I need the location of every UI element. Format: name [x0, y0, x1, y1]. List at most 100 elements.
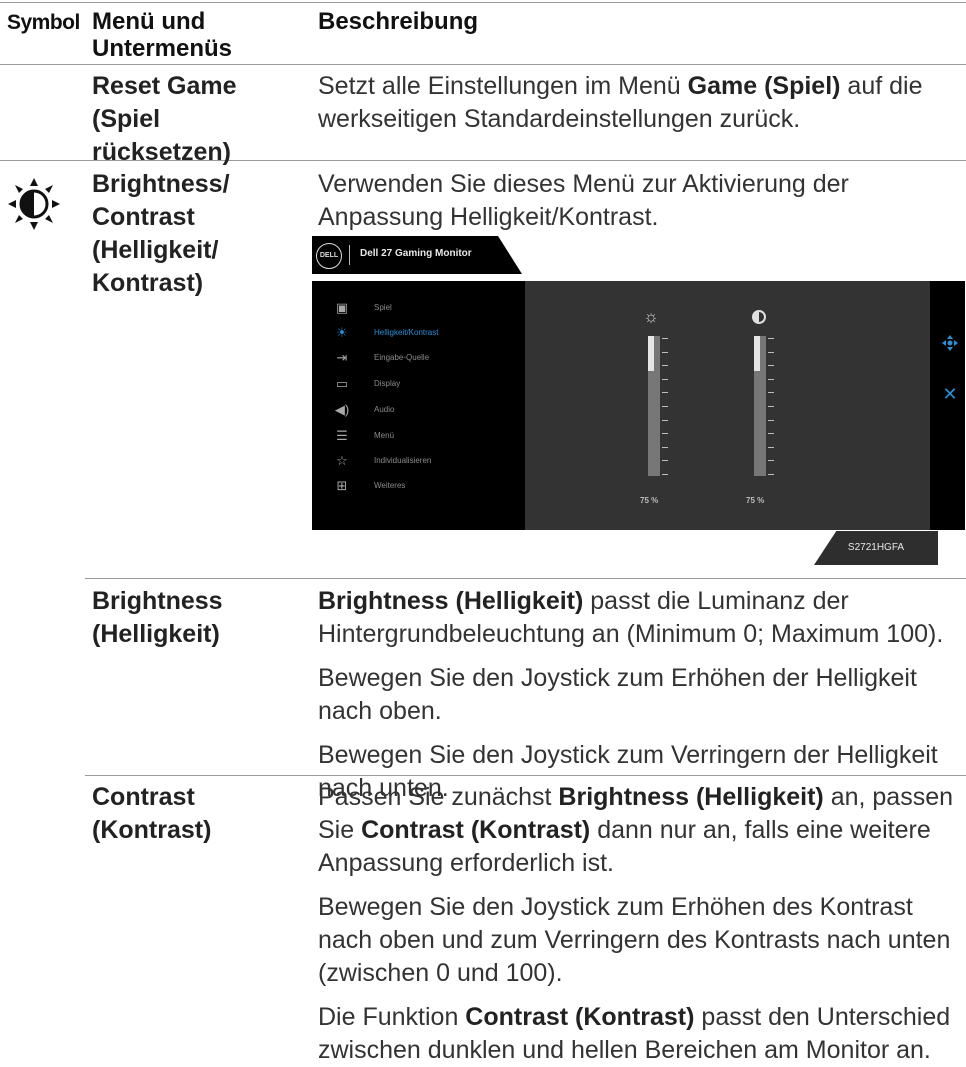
reset-game-name: Reset Game (Spiel rücksetzen) [92, 70, 307, 169]
brightness-name-line: (Helligkeit) [92, 620, 220, 648]
text-run-bold: Brightness (Helligkeit) [318, 587, 584, 615]
table-top-border [0, 2, 966, 3]
osd-menu-item-weiteres[interactable]: ⊞ Weiteres [334, 478, 514, 498]
brightness-slider-fill [648, 336, 654, 371]
input-source-icon: ⇥ [336, 350, 348, 365]
text-run-bold: Game (Spiel) [687, 72, 841, 100]
osd-menu-item-menu[interactable]: ☰ Menü [334, 428, 514, 448]
brightness-slider-tick [662, 392, 668, 394]
brightness-slider-tick [662, 419, 668, 421]
brightness-contrast-description: Verwenden Sie dieses Menü zur Aktivierun… [318, 168, 958, 234]
bc-name-line: Kontrast) [92, 269, 204, 297]
osd-menu-item-eingabe-quelle[interactable]: ⇥ Eingabe-Quelle [334, 350, 514, 370]
text-run: an, passen [823, 783, 954, 811]
contrast-slider-tick [768, 419, 774, 421]
osd-menu-label: Helligkeit/Kontrast [374, 328, 439, 337]
contrast-slider-tick [768, 378, 774, 380]
brightness-contrast-icon [6, 176, 62, 232]
others-icon: ⊞ [336, 478, 348, 493]
display-icon: ▭ [335, 376, 349, 391]
close-icon[interactable]: ✕ [941, 385, 959, 403]
brightness-slider-tick [662, 460, 668, 462]
text-run: Die Funktion [318, 1003, 466, 1031]
brightness-slider-tick [662, 406, 668, 407]
osd-nav-panel [930, 281, 965, 530]
osd-menu-label: Menü [374, 431, 395, 440]
audio-icon: ◀) [334, 402, 350, 417]
bc-name-line: (Helligkeit/ [92, 236, 219, 264]
osd-menu-item-audio[interactable]: ◀) Audio [334, 402, 514, 422]
bc-name-line: Brightness/ [92, 170, 230, 198]
contrast-name: Contrast (Kontrast) [92, 781, 307, 847]
contrast-slider-tick [768, 460, 774, 462]
osd-menu-label: Individualisieren [374, 456, 432, 465]
brightness-slider[interactable] [648, 336, 660, 476]
contrast-slider-tick [768, 433, 774, 435]
brightness-slider-tick [662, 378, 668, 380]
star-icon: ☆ [336, 453, 348, 468]
osd-menu-item-display[interactable]: ▭ Display [334, 376, 514, 396]
contrast-slider-tick [768, 351, 774, 353]
contrast-slider-tick [768, 338, 774, 339]
osd-title: Dell 27 Gaming Monitor [360, 248, 472, 259]
text-run-bold: Contrast (Kontrast) [465, 1003, 695, 1031]
text-line: (zwischen 0 und 100). [318, 959, 563, 987]
text-run: passt den Unterschied [694, 1003, 951, 1031]
text-line: Anpassung erforderlich ist. [318, 849, 614, 877]
text-run: dann nur an, falls eine weitere [590, 816, 931, 844]
osd-menu-item-individualisieren[interactable]: ☆ Individualisieren [334, 453, 514, 473]
header-divider [0, 64, 966, 65]
text-run: Sie [318, 816, 362, 844]
text-run: auf die [840, 72, 923, 100]
brightness-name-line: Brightness [92, 587, 223, 615]
text-line: Hintergrundbeleuchtung an (Minimum 0; Ma… [318, 620, 944, 648]
osd-menu-item-helligkeit-kontrast[interactable]: ☀ Helligkeit/Kontrast [334, 325, 514, 345]
brightness-slider-tick [662, 351, 668, 353]
contrast-slider-tick [768, 365, 774, 367]
brightness-contrast-name: Brightness/ Contrast (Helligkeit/ Kontra… [92, 168, 307, 300]
brightness-description: Brightness (Helligkeit) passt die Lumina… [318, 585, 958, 805]
contrast-slider-tick [768, 406, 774, 407]
row-divider-2 [85, 578, 966, 579]
text-line: nach oben. [318, 697, 442, 725]
reset-game-name-line: rücksetzen) [92, 138, 231, 166]
contrast-slider[interactable] [754, 336, 766, 476]
model-badge: S2721HGFA [814, 531, 938, 565]
dell-logo: DELL [316, 243, 342, 269]
brightness-slider-tick [662, 446, 668, 448]
contrast-slider-tick [768, 474, 774, 475]
header-symbol: Symbol [7, 11, 80, 34]
reset-game-name-line: Reset Game [92, 72, 237, 100]
joystick-icon[interactable] [940, 333, 960, 353]
text-run-bold: Contrast (Kontrast) [361, 816, 591, 844]
sun-icon: ☼ [643, 307, 659, 326]
text-line: Bewegen Sie den Joystick zum Erhöhen des… [318, 893, 913, 921]
text-run: passt die Luminanz der [583, 587, 849, 615]
contrast-slider-tick [768, 446, 774, 448]
bc-name-line: Contrast [92, 203, 195, 231]
osd-menu-label: Eingabe-Quelle [374, 353, 430, 362]
brightness-slider-tick [662, 338, 668, 339]
header-separator [349, 245, 350, 265]
menu-icon: ☰ [336, 428, 348, 443]
reset-game-name-line: (Spiel [92, 105, 161, 133]
text-line: zwischen dunklen und hellen Bereichen am… [318, 1036, 931, 1064]
brightness-slider-tick [662, 474, 668, 475]
header-menu: Menü und Untermenüs [92, 8, 232, 62]
contrast-name-line: Contrast [92, 783, 195, 811]
header-menu-line1: Menü und [92, 8, 206, 35]
text-run: Passen Sie zunächst [318, 783, 559, 811]
osd-menu-item-spiel[interactable]: ▣ Spiel [334, 300, 514, 320]
brightness-value: 75 % [640, 496, 659, 505]
text-line: Bewegen Sie den Joystick zum Verringern … [318, 741, 938, 769]
text-line: Bewegen Sie den Joystick zum Erhöhen der… [318, 664, 917, 692]
contrast-value: 75 % [746, 496, 765, 505]
header-menu-line2: Untermenüs [92, 35, 233, 62]
contrast-slider-tick [768, 392, 774, 394]
contrast-name-line: (Kontrast) [92, 816, 212, 844]
brightness-name: Brightness (Helligkeit) [92, 585, 307, 651]
contrast-description: Passen Sie zunächst Brightness (Helligke… [318, 781, 964, 1067]
text-line: Anpassung Helligkeit/Kontrast. [318, 203, 659, 231]
header-description: Beschreibung [318, 8, 479, 35]
game-icon: ▣ [335, 300, 349, 315]
